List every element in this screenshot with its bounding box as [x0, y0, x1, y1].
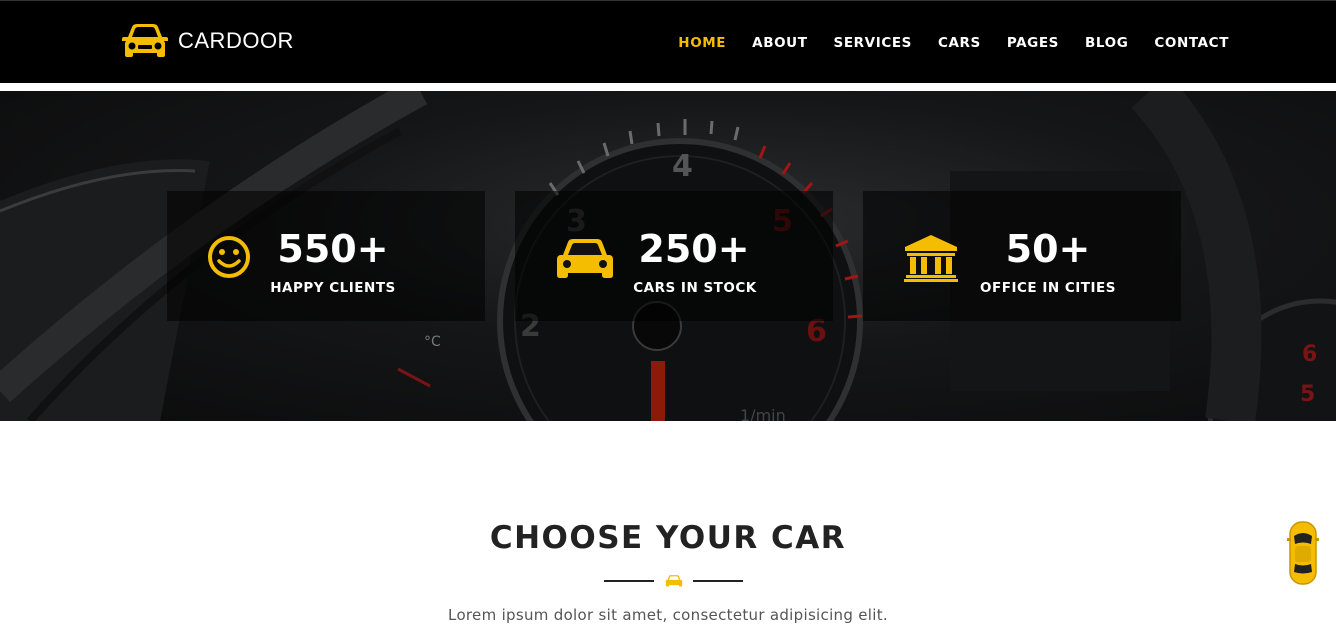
nav-item-services[interactable]: SERVICES	[834, 35, 912, 51]
section-title: CHOOSE YOUR CAR	[489, 520, 847, 556]
stat-number: 550+	[277, 227, 389, 271]
stat-label: HAPPY CLIENTS	[270, 280, 396, 296]
svg-text:°C: °C	[424, 334, 441, 350]
main-nav: HOME ABOUT SERVICES CARS PAGES BLOG CONT…	[678, 1, 1229, 84]
stat-number: 50+	[1005, 227, 1091, 271]
section-subtitle: Lorem ipsum dolor sit amet, consectetur …	[448, 606, 888, 624]
bank-building-icon	[904, 235, 958, 282]
svg-text:6: 6	[1302, 342, 1317, 367]
svg-text:4: 4	[672, 149, 693, 184]
car-front-icon	[122, 24, 168, 57]
nav-item-contact[interactable]: CONTACT	[1154, 35, 1229, 51]
smiley-icon	[208, 236, 250, 278]
site-header: CARDOOR HOME ABOUT SERVICES CARS PAGES B…	[0, 0, 1336, 83]
nav-item-about[interactable]: ABOUT	[752, 35, 807, 51]
svg-text:5: 5	[1300, 382, 1315, 407]
stats-hero: 4 3 2 5 6 1/min 6 5 °C 550+ HAPPY	[0, 91, 1336, 421]
nav-item-pages[interactable]: PAGES	[1007, 35, 1059, 51]
divider-line-left	[604, 580, 654, 582]
svg-text:1/min: 1/min	[740, 406, 786, 421]
title-divider	[604, 571, 744, 591]
stat-office-in-cities: 50+ OFFICE IN CITIES	[863, 191, 1181, 321]
stat-happy-clients: 550+ HAPPY CLIENTS	[167, 191, 485, 321]
top-view-car-icon[interactable]	[1287, 520, 1319, 586]
stat-label: CARS IN STOCK	[633, 280, 757, 296]
nav-item-cars[interactable]: CARS	[938, 35, 981, 51]
header-spacer	[0, 83, 1336, 91]
brand-name: CARDOOR	[178, 28, 294, 53]
nav-item-home[interactable]: HOME	[678, 35, 726, 51]
nav-item-blog[interactable]: BLOG	[1085, 35, 1128, 51]
car-icon	[665, 575, 683, 587]
divider-line-right	[693, 580, 743, 582]
brand-logo[interactable]: CARDOOR	[120, 21, 294, 61]
stat-label: OFFICE IN CITIES	[980, 280, 1116, 296]
stat-cars-in-stock: 250+ CARS IN STOCK	[515, 191, 833, 321]
stat-number: 250+	[638, 227, 750, 271]
car-icon	[557, 239, 613, 278]
